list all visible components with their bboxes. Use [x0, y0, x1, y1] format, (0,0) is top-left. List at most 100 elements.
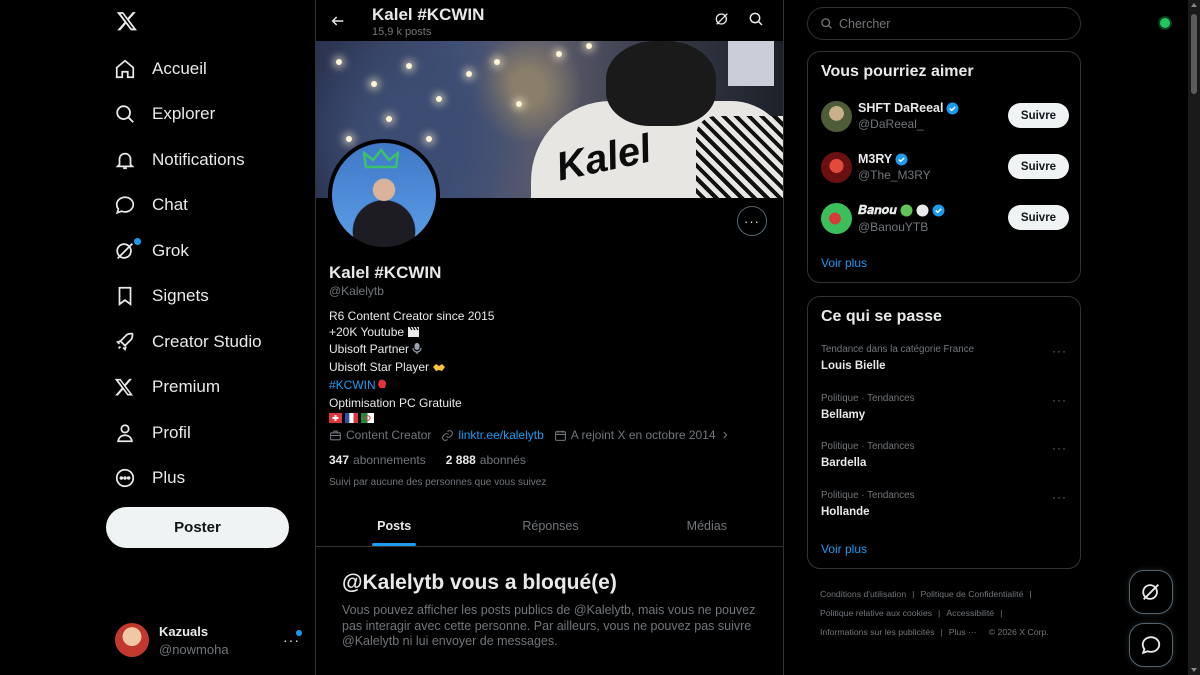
boxing-glove-icon — [376, 379, 388, 396]
nav-item-explore[interactable]: Explorer — [106, 92, 306, 138]
nav-item-bookmarks[interactable]: Signets — [106, 274, 306, 320]
search-field[interactable] — [807, 7, 1081, 40]
follow-button[interactable]: Suivre — [1008, 205, 1069, 230]
scroll-down-arrow-icon[interactable] — [1191, 668, 1197, 672]
nav-label: Notifications — [152, 149, 245, 169]
flag-algeria-icon — [361, 412, 374, 424]
card-title: Ce qui se passe — [821, 308, 942, 325]
follow-button[interactable]: Suivre — [1008, 154, 1069, 179]
profile-link[interactable]: linktr.ee/kalelytb — [441, 428, 544, 442]
more-options-button[interactable]: ··· — [737, 206, 767, 236]
footer-link[interactable]: Accessibilité — [946, 608, 994, 618]
post-button[interactable]: Poster — [106, 507, 289, 548]
bell-icon — [106, 149, 146, 171]
trend-name: Hollande — [821, 506, 870, 518]
rocket-icon — [106, 331, 146, 353]
back-arrow-icon[interactable] — [328, 11, 348, 31]
green-circle-icon — [900, 204, 913, 216]
nav-item-more[interactable]: Plus — [106, 456, 306, 502]
user-handle: @DaReeal_ — [858, 117, 924, 131]
bio-line: R6 Content Creator since 2015 — [329, 309, 495, 323]
trend-item[interactable]: Politique · Tendances Bardella ··· — [821, 441, 1069, 481]
grok-icon — [106, 237, 146, 262]
search-input[interactable] — [839, 16, 1059, 31]
follow-stats: 347 abonnements 2 888 abonnés — [329, 453, 546, 467]
messages-fab-button[interactable] — [1129, 623, 1173, 667]
trend-item[interactable]: Tendance dans la catégorie France Louis … — [821, 344, 1069, 384]
x-logo-icon — [106, 377, 146, 397]
followers-link[interactable]: 2 888 abonnés — [446, 453, 526, 467]
trend-context: Tendance dans la catégorie France — [821, 344, 975, 355]
footer-link[interactable]: Conditions d'utilisation — [820, 589, 906, 599]
profile-handle: @Kalelytb — [329, 284, 384, 298]
calendar-icon — [554, 430, 566, 441]
nav-item-profile[interactable]: Profil — [106, 410, 306, 456]
hashtag-link[interactable]: #KCWIN — [329, 378, 376, 392]
profile-tabs: Posts Réponses Médias — [316, 505, 783, 547]
crown-icon — [363, 148, 399, 169]
bio-line: Optimisation PC Gratuite — [329, 395, 462, 410]
more-dots-icon[interactable]: ··· — [1052, 344, 1067, 358]
tab-replies[interactable]: Réponses — [472, 505, 628, 546]
briefcase-icon — [330, 430, 341, 440]
nav-item-notifications[interactable]: Notifications — [106, 137, 306, 183]
scroll-thumb[interactable] — [1191, 14, 1197, 94]
nav-label: Plus — [152, 468, 186, 488]
search-icon[interactable] — [748, 11, 764, 32]
tab-posts[interactable]: Posts — [316, 505, 472, 546]
user-name: SHFT DaReeal — [858, 101, 944, 115]
microphone-icon — [412, 342, 422, 360]
avatar — [115, 623, 149, 657]
trend-item[interactable]: Politique · Tendances Bellamy ··· — [821, 393, 1069, 433]
verified-badge-icon — [895, 153, 908, 165]
flag-france-icon — [345, 412, 358, 424]
avatar — [821, 100, 852, 132]
nav-label: Premium — [152, 377, 221, 397]
bio-line: Ubisoft Star Player — [329, 360, 430, 375]
handshake-icon — [432, 362, 446, 378]
nav-item-home[interactable]: Accueil — [106, 46, 306, 92]
more-dots-icon[interactable]: ··· — [1052, 393, 1067, 407]
suggested-user[interactable]: SHFT DaReeal @DaReeal_ Suivre — [821, 96, 1069, 136]
following-link[interactable]: 347 abonnements — [329, 453, 426, 467]
footer-more[interactable]: Plus ··· — [949, 627, 977, 637]
nav-label: Creator Studio — [152, 331, 262, 351]
trend-context: Politique · Tendances — [821, 393, 915, 404]
nav-item-premium[interactable]: Premium — [106, 365, 306, 411]
suggested-user[interactable]: M3RY @The_M3RY Suivre — [821, 147, 1069, 187]
nav-item-grok[interactable]: Grok — [106, 228, 306, 274]
more-dots-icon[interactable]: ··· — [1052, 490, 1067, 504]
footer-link[interactable]: Politique relative aux cookies — [820, 608, 932, 618]
x-logo-icon[interactable] — [112, 6, 142, 36]
card-title: Vous pourriez aimer — [821, 63, 974, 80]
see-more-link[interactable]: Voir plus — [821, 542, 867, 556]
follow-button[interactable]: Suivre — [1008, 103, 1069, 128]
account-switcher[interactable]: Kazuals @nowmoha ··· — [110, 620, 310, 660]
see-more-link[interactable]: Voir plus — [821, 256, 867, 270]
profile-joined[interactable]: A rejoint X en octobre 2014 — [554, 428, 734, 442]
user-handle: @BanouYTB — [858, 219, 929, 234]
footer-link[interactable]: Politique de Confidentialité — [920, 589, 1023, 599]
profile-column: Kalel #KCWIN 15,9 k posts Kalel ··· Kale… — [315, 0, 784, 675]
account-handle: @nowmoha — [159, 641, 229, 657]
profile-category: Content Creator — [329, 428, 431, 442]
tab-media[interactable]: Médias — [629, 505, 783, 546]
nav-item-chat[interactable]: Chat — [106, 183, 306, 229]
profile-name: Kalel #KCWIN — [329, 263, 442, 282]
more-dots-icon[interactable]: ··· — [1052, 441, 1067, 455]
avatar — [821, 151, 852, 183]
verified-badge-icon — [932, 204, 945, 216]
grok-fab-button[interactable] — [1129, 570, 1173, 614]
nav-label: Grok — [152, 240, 189, 260]
trend-item[interactable]: Politique · Tendances Hollande ··· — [821, 490, 1069, 530]
grok-icon[interactable] — [714, 11, 730, 32]
nav-item-creator-studio[interactable]: Creator Studio — [106, 319, 306, 365]
chat-bubble-icon — [1141, 636, 1161, 655]
page-scrollbar[interactable] — [1188, 0, 1200, 675]
footer-link[interactable]: Informations sur les publicités — [820, 627, 934, 637]
primary-nav: Accueil Explorer Notifications Chat Grok… — [106, 46, 306, 501]
scroll-up-arrow-icon[interactable] — [1191, 3, 1197, 7]
profile-avatar[interactable] — [328, 139, 440, 251]
suggested-user[interactable]: 𝑩𝒂𝒏𝒐𝒖 @BanouYTB Suivre — [821, 198, 1069, 238]
followed-by-text: Suivi par aucune des personnes que vous … — [329, 477, 547, 488]
